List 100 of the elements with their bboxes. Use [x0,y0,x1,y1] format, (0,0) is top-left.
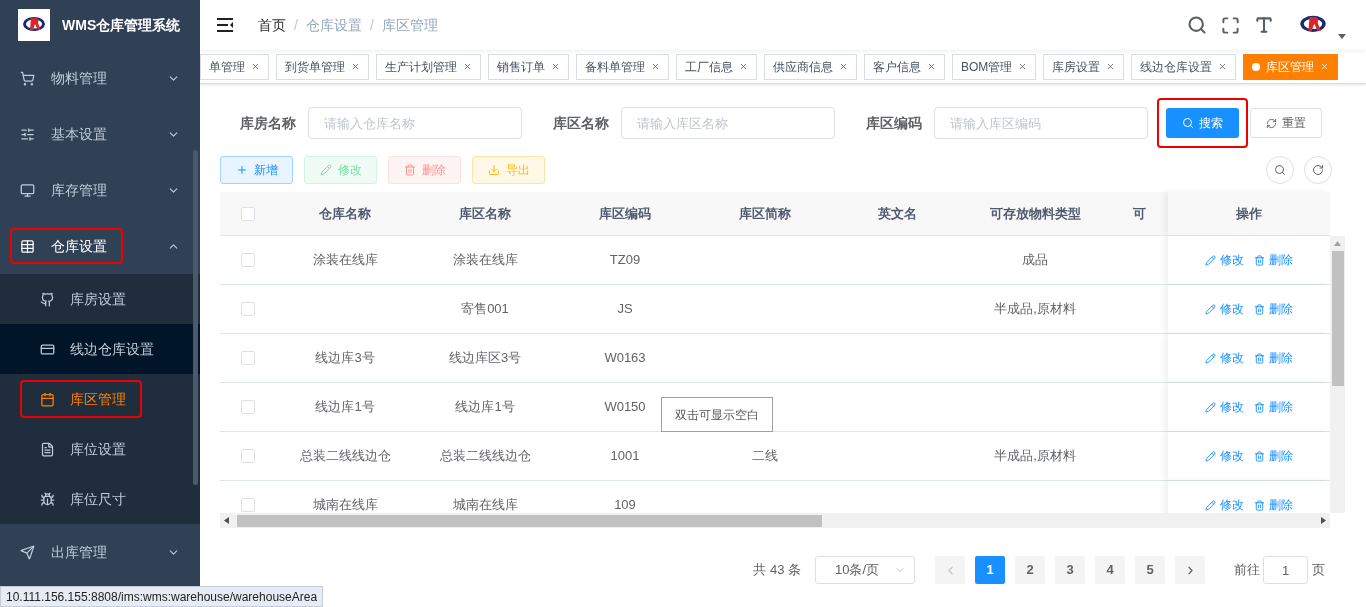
delete-link[interactable]: 删除 [1254,398,1293,416]
search-field[interactable]: 请输入库区名称 [621,107,835,139]
column-header: 库区名称 [459,204,511,223]
close-icon[interactable] [739,62,748,71]
tab[interactable]: 到货单管理 [276,53,369,80]
delete-link[interactable]: 删除 [1254,300,1293,318]
scroll-up-arrow-icon[interactable] [1334,241,1341,246]
column-header: 英文名 [878,204,917,223]
trash-icon [1254,450,1265,462]
delete-link[interactable]: 删除 [1254,251,1293,269]
close-icon[interactable] [1218,62,1228,71]
page-button[interactable]: 4 [1095,556,1125,584]
table-cell-text: 涂装在线库 [312,251,378,270]
page-size-select[interactable]: 10条/页 [815,556,915,584]
logo [18,9,50,41]
delete-link[interactable]: 删除 [1254,447,1293,465]
menu-item[interactable]: 基本设置 [0,106,200,162]
delete-link[interactable]: 删除 [1254,496,1293,513]
tab[interactable]: 单管理 [200,53,269,80]
edit-link[interactable]: 修改 [1205,251,1244,269]
close-icon[interactable] [927,62,936,71]
checkbox[interactable] [240,253,255,267]
checkbox[interactable] [240,449,255,463]
tab[interactable]: 线边仓库设置 [1131,53,1237,80]
close-icon[interactable] [251,62,260,71]
tab[interactable]: 供应商信息 [764,53,857,80]
checkbox[interactable] [240,498,255,512]
tab[interactable]: 生产计划管理 [376,53,481,80]
edit-link[interactable]: 修改 [1205,496,1244,513]
table-icon [20,238,35,254]
breadcrumb-link[interactable]: 首页 [258,14,286,36]
menu-label: 库存管理 [51,180,107,200]
pencil-icon [1205,450,1216,462]
tab[interactable]: 备料单管理 [576,53,669,80]
close-icon[interactable] [351,62,360,71]
close-icon[interactable] [1106,62,1116,71]
close-icon[interactable] [839,62,848,71]
scroll-right-arrow-icon[interactable] [1321,517,1326,524]
reset-button[interactable]: 重置 [1250,108,1322,138]
field-label: 库区编码 [866,113,922,133]
download-icon [487,164,500,176]
menu-item[interactable]: 仓库设置 [0,218,200,274]
page-button[interactable]: 1 [975,556,1005,584]
field-label: 库区名称 [553,113,609,133]
page-number-field[interactable]: 1 [1263,556,1308,584]
checkbox[interactable] [240,302,255,316]
search-field[interactable]: 请输入库区编码 [934,107,1148,139]
table-cell-text: 寄售001 [461,300,509,319]
delete-link[interactable]: 删除 [1254,349,1293,367]
page-button[interactable]: 2 [1015,556,1045,584]
search-button[interactable]: 搜索 [1166,108,1239,138]
trash-icon [1254,499,1265,511]
tab[interactable]: BOM管理 [952,53,1037,80]
close-icon[interactable] [551,62,560,71]
checkbox[interactable] [240,351,255,365]
search-field[interactable]: 请输入仓库名称 [308,107,522,139]
tab[interactable]: 客户信息 [864,53,945,80]
search-icon [1182,117,1194,129]
menu-item[interactable]: 物料管理 [0,50,200,106]
table-cell-text: 城南在线库 [312,496,378,513]
pencil-icon [1205,303,1216,315]
scroll-left-arrow-icon[interactable] [224,517,229,524]
menu-label: 出库管理 [51,542,107,562]
submenu-item[interactable]: 库位设置 [0,424,200,474]
caret-icon[interactable] [1338,33,1346,39]
submenu-item[interactable]: 线边仓库设置 [0,324,200,374]
menu-toggle-icon[interactable] [216,17,234,33]
submenu-item[interactable]: 库位尺寸 [0,474,200,524]
tab[interactable]: 库房设置 [1043,53,1125,80]
table-cell-text: JS [617,300,633,319]
close-icon[interactable] [651,62,660,71]
vertical-scrollbar[interactable] [1330,236,1345,513]
table-cell-text: 半成品,原材料 [994,447,1076,466]
tab[interactable]: 销售订单 [488,53,569,80]
checkbox[interactable] [240,400,255,414]
edit-link[interactable]: 修改 [1205,398,1244,416]
fullscreen-icon[interactable] [1221,15,1240,35]
search-icon[interactable] [1187,15,1207,35]
close-icon[interactable] [463,62,472,71]
trash-icon [403,164,416,176]
trash-icon [1254,254,1265,266]
page-button[interactable]: 5 [1135,556,1165,584]
menu-item[interactable]: 库存管理 [0,162,200,218]
submenu-item[interactable]: 库房设置 [0,274,200,324]
pencil-icon [319,164,332,176]
menu-item[interactable]: 出库管理 [0,524,200,580]
tab[interactable]: 工厂信息 [676,53,757,80]
checkbox[interactable] [240,206,255,221]
horizontal-scrollbar[interactable] [220,513,1330,528]
font-size-icon[interactable] [1254,15,1274,35]
page-button[interactable]: 3 [1055,556,1085,584]
close-icon[interactable] [1018,62,1028,71]
edit-link[interactable]: 修改 [1205,349,1244,367]
edit-link[interactable]: 修改 [1205,447,1244,465]
edit-link[interactable]: 修改 [1205,300,1244,318]
pencil-icon [1205,401,1216,413]
scrollbar[interactable] [193,150,198,485]
search-icon [1274,164,1286,176]
submenu-item[interactable]: 库区管理 [0,374,200,424]
field-label: 库房名称 [240,113,296,133]
